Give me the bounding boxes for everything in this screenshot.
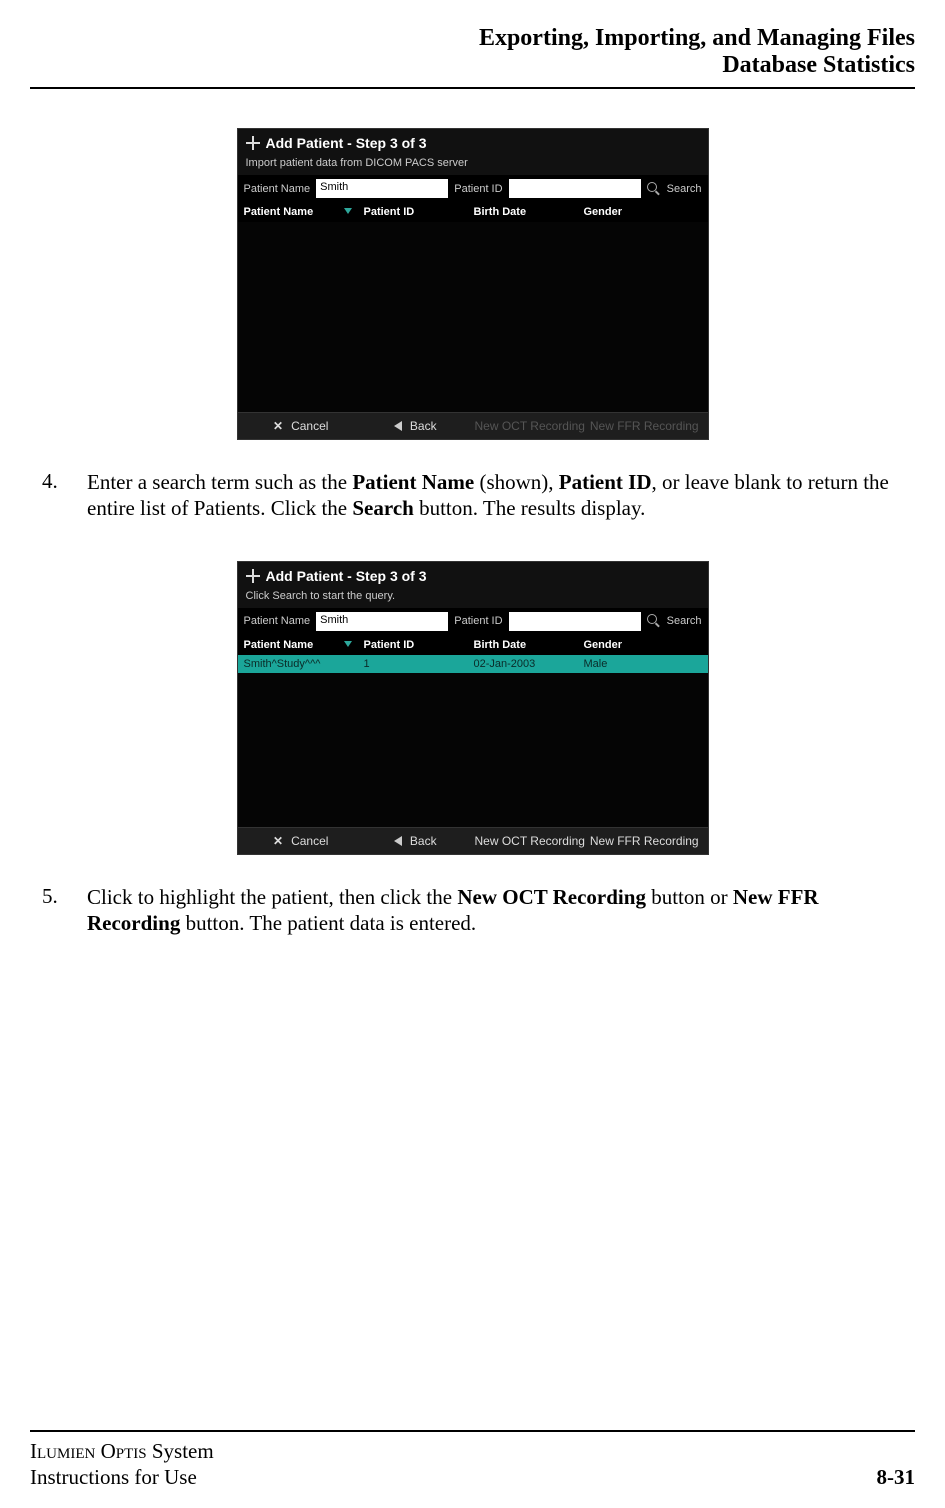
new-ffr-button-disabled: New FFR Recording — [587, 419, 702, 433]
patient-name-field-2[interactable]: Smith — [316, 612, 448, 631]
search-button[interactable]: Search — [667, 183, 702, 195]
dialog-footer: ✕ Cancel Back New OCT Recording New FFR … — [238, 412, 708, 439]
add-patient-icon — [246, 136, 260, 150]
dialog-title-text: Add Patient - Step 3 of 3 — [266, 135, 427, 151]
search-row: Patient Name Smith Patient ID Search — [238, 175, 708, 202]
results-area-empty — [238, 222, 708, 412]
search-icon[interactable] — [647, 614, 661, 628]
dialog-subtitle: Import patient data from DICOM PACS serv… — [238, 157, 708, 175]
back-button[interactable]: Back — [358, 419, 473, 433]
column-headers: Patient Name Patient ID Birth Date Gende… — [238, 202, 708, 222]
result-row-selected[interactable]: Smith^Study^^^ 1 02-Jan-2003 Male — [238, 655, 708, 673]
step-4-num: 4. — [42, 469, 87, 522]
new-oct-button[interactable]: New OCT Recording — [473, 834, 588, 848]
label-patient-name-2: Patient Name — [244, 615, 311, 627]
col-patient-name[interactable]: Patient Name — [244, 206, 364, 218]
close-icon: ✕ — [273, 419, 283, 433]
cell-gender: Male — [584, 658, 702, 670]
col-patient-id-2[interactable]: Patient ID — [364, 639, 474, 651]
patient-id-field[interactable] — [509, 179, 641, 198]
step-4-text: Enter a search term such as the Patient … — [87, 469, 915, 522]
page-footer: Ilumien Optis System Instructions for Us… — [30, 1430, 915, 1491]
col-gender[interactable]: Gender — [584, 206, 702, 218]
column-headers-2: Patient Name Patient ID Birth Date Gende… — [238, 635, 708, 655]
dialog-title-text-2: Add Patient - Step 3 of 3 — [266, 568, 427, 584]
dialog-footer-2: ✕ Cancel Back New OCT Recording New FFR … — [238, 827, 708, 854]
back-arrow-icon — [394, 421, 402, 431]
cell-dob: 02-Jan-2003 — [474, 658, 584, 670]
page-number: 8-31 — [877, 1465, 916, 1490]
cell-id: 1 — [364, 658, 474, 670]
add-patient-icon — [246, 569, 260, 583]
dialog-title-2: Add Patient - Step 3 of 3 — [238, 562, 708, 590]
search-icon[interactable] — [647, 182, 661, 196]
label-patient-id-2: Patient ID — [454, 615, 502, 627]
footer-product: Ilumien Optis System — [30, 1438, 214, 1464]
step-4: 4. Enter a search term such as the Patie… — [42, 469, 915, 522]
search-row-2: Patient Name Smith Patient ID Search — [238, 608, 708, 635]
search-button-2[interactable]: Search — [667, 615, 702, 627]
footer-doc: Instructions for Use — [30, 1464, 214, 1490]
close-icon: ✕ — [273, 834, 283, 848]
back-arrow-icon — [394, 836, 402, 846]
patient-name-field[interactable]: Smith — [316, 179, 448, 198]
results-area: Smith^Study^^^ 1 02-Jan-2003 Male — [238, 655, 708, 827]
header-line2: Database Statistics — [30, 52, 915, 79]
step-5-text: Click to highlight the patient, then cli… — [87, 884, 915, 937]
cancel-button-2[interactable]: ✕ Cancel — [244, 834, 359, 848]
header-rule — [30, 87, 915, 89]
dialog-subtitle-2: Click Search to start the query. — [238, 590, 708, 608]
dialog-title: Add Patient - Step 3 of 3 — [238, 129, 708, 157]
col-gender-2[interactable]: Gender — [584, 639, 702, 651]
back-button-2[interactable]: Back — [358, 834, 473, 848]
cell-name: Smith^Study^^^ — [244, 658, 364, 670]
screenshot-1: Add Patient - Step 3 of 3 Import patient… — [238, 129, 708, 439]
col-birth-date[interactable]: Birth Date — [474, 206, 584, 218]
new-ffr-button[interactable]: New FFR Recording — [587, 834, 702, 848]
cancel-button[interactable]: ✕ Cancel — [244, 419, 359, 433]
sort-indicator-icon — [344, 641, 352, 647]
col-patient-name-2[interactable]: Patient Name — [244, 639, 364, 651]
label-patient-id: Patient ID — [454, 183, 502, 195]
col-birth-date-2[interactable]: Birth Date — [474, 639, 584, 651]
screenshot-2: Add Patient - Step 3 of 3 Click Search t… — [238, 562, 708, 854]
sort-indicator-icon — [344, 208, 352, 214]
header-line1: Exporting, Importing, and Managing Files — [30, 25, 915, 52]
label-patient-name: Patient Name — [244, 183, 311, 195]
patient-id-field-2[interactable] — [509, 612, 641, 631]
col-patient-id[interactable]: Patient ID — [364, 206, 474, 218]
step-5: 5. Click to highlight the patient, then … — [42, 884, 915, 937]
page-header: Exporting, Importing, and Managing Files… — [30, 25, 915, 79]
step-5-num: 5. — [42, 884, 87, 937]
new-oct-button-disabled: New OCT Recording — [473, 419, 588, 433]
